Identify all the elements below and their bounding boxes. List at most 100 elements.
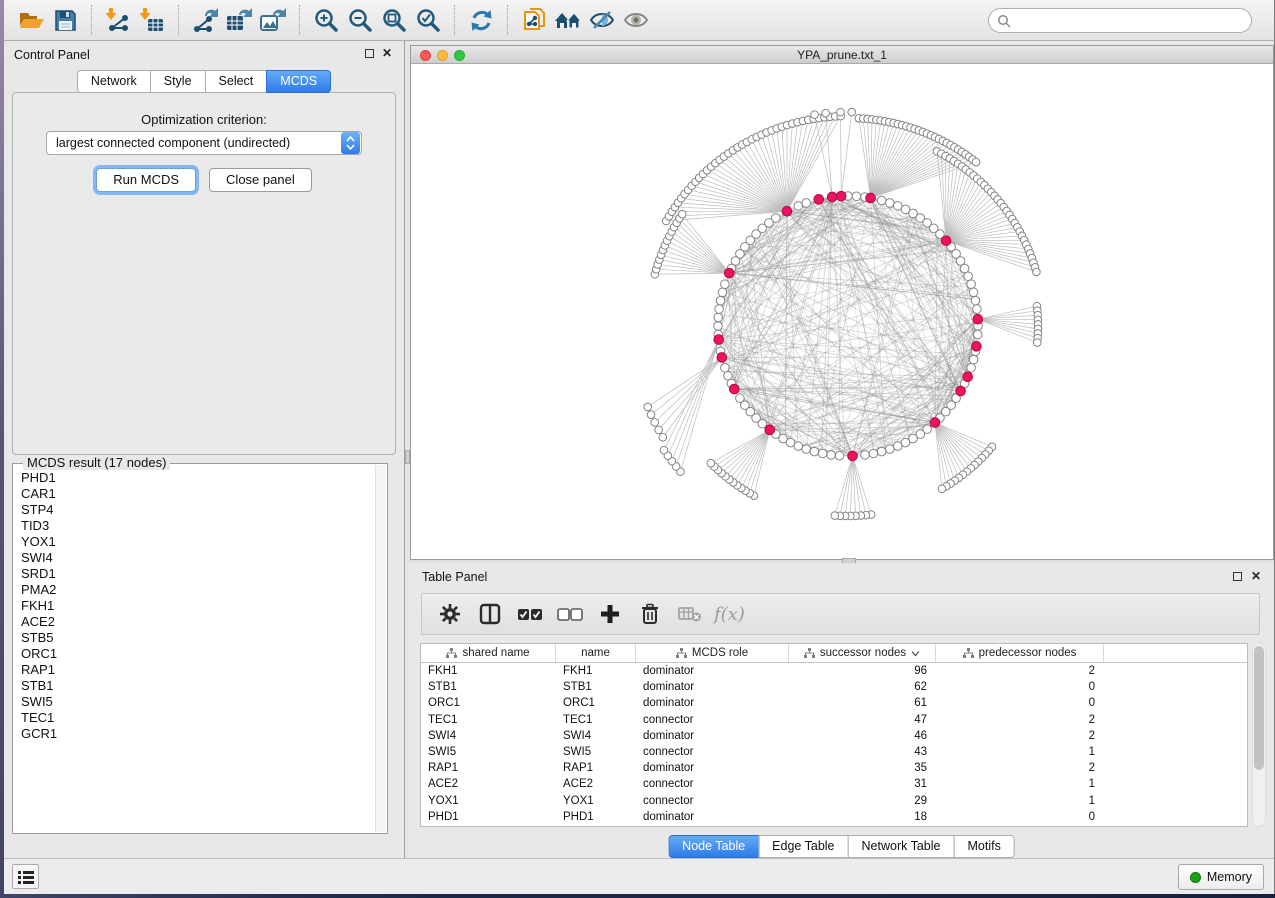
zoom-out-button[interactable] (343, 3, 377, 37)
memory-button[interactable]: Memory (1178, 864, 1264, 890)
export-network-button[interactable] (188, 3, 222, 37)
network-node[interactable] (972, 158, 980, 166)
hide-selected-button[interactable] (585, 3, 619, 37)
mcds-result-item[interactable]: YOX1 (21, 534, 374, 550)
delete-column-button[interactable] (632, 597, 668, 631)
zoom-fit-button[interactable] (377, 3, 411, 37)
network-node[interactable] (835, 451, 844, 460)
tab-network[interactable]: Network (77, 70, 151, 93)
network-node[interactable] (802, 445, 811, 454)
network-hub-node[interactable] (717, 353, 727, 363)
mcds-result-item[interactable]: SRD1 (21, 566, 374, 582)
network-node[interactable] (718, 288, 727, 297)
mcds-result-item[interactable]: GCR1 (21, 726, 374, 742)
network-node[interactable] (659, 433, 667, 441)
network-node[interactable] (877, 447, 886, 456)
mcds-result-item[interactable]: FKH1 (21, 598, 374, 614)
network-node[interactable] (651, 419, 659, 427)
float-window-icon[interactable] (1233, 572, 1242, 581)
network-hub-node[interactable] (866, 193, 876, 203)
network-node[interactable] (967, 280, 976, 289)
zoom-selected-button[interactable] (411, 3, 445, 37)
mcds-result-item[interactable]: STP4 (21, 502, 374, 518)
network-hub-node[interactable] (963, 372, 973, 382)
network-hub-node[interactable] (782, 206, 792, 216)
column-settings-button[interactable] (432, 597, 468, 631)
network-hub-node[interactable] (941, 236, 951, 246)
network-node[interactable] (973, 330, 982, 339)
select-all-button[interactable] (512, 597, 548, 631)
table-row[interactable]: PHD1PHD1dominator180 (421, 809, 1247, 825)
column-header-name[interactable]: name (556, 644, 636, 662)
search-input[interactable] (1016, 14, 1243, 28)
export-image-button[interactable] (256, 3, 290, 37)
import-network-button[interactable] (101, 3, 135, 37)
refresh-layout-button[interactable] (464, 3, 498, 37)
table-row[interactable]: FKH1FKH1dominator962 (421, 663, 1247, 679)
network-node[interactable] (964, 272, 973, 281)
mcds-result-item[interactable]: CAR1 (21, 486, 374, 502)
table-tab-node-table[interactable]: Node Table (668, 835, 759, 858)
network-hub-node[interactable] (836, 191, 846, 201)
table-tab-network-table[interactable]: Network Table (848, 835, 955, 858)
tab-select[interactable]: Select (205, 70, 268, 93)
open-file-button[interactable] (14, 3, 48, 37)
column-header-shared-name[interactable]: shared name (421, 644, 556, 662)
network-node[interactable] (827, 451, 836, 460)
network-node[interactable] (969, 288, 978, 297)
network-node[interactable] (837, 108, 845, 116)
table-tab-motifs[interactable]: Motifs (953, 835, 1014, 858)
network-hub-node[interactable] (729, 384, 739, 394)
table-scrollbar-thumb[interactable] (1254, 646, 1264, 770)
float-window-icon[interactable] (365, 49, 374, 58)
mcds-result-item[interactable]: STB1 (21, 678, 374, 694)
show-hidden-eye-button[interactable] (619, 3, 653, 37)
network-node[interactable] (802, 199, 811, 208)
criterion-dropdown[interactable]: largest connected component (undirected) (46, 131, 362, 155)
network-node[interactable] (810, 447, 819, 456)
show-all-houses-button[interactable] (551, 3, 585, 37)
network-node[interactable] (647, 411, 655, 419)
table-row[interactable]: YOX1YOX1connector291 (421, 793, 1247, 809)
mcds-result-item[interactable]: ORC1 (21, 646, 374, 662)
run-mcds-button[interactable]: Run MCDS (96, 168, 196, 192)
tab-mcds[interactable]: MCDS (266, 70, 331, 93)
network-node[interactable] (655, 426, 663, 434)
network-node[interactable] (794, 202, 803, 211)
network-node[interactable] (714, 322, 723, 331)
network-node[interactable] (660, 446, 668, 454)
mcds-result-item[interactable]: SWI5 (21, 694, 374, 710)
mcds-result-item[interactable]: PHD1 (21, 470, 374, 486)
mcds-result-item[interactable]: ACE2 (21, 614, 374, 630)
automation-panel-button[interactable] (12, 864, 39, 889)
clone-network-button[interactable] (517, 3, 551, 37)
mcds-list-scrollbar[interactable] (375, 465, 386, 832)
network-node[interactable] (678, 210, 686, 218)
network-node[interactable] (818, 449, 827, 458)
export-table-button[interactable] (222, 3, 256, 37)
network-window-titlebar[interactable]: YPA_prune.txt_1 (411, 46, 1273, 64)
network-node[interactable] (724, 371, 733, 380)
network-node[interactable] (969, 355, 978, 364)
zoom-in-button[interactable] (309, 3, 343, 37)
network-node[interactable] (771, 214, 780, 223)
network-node[interactable] (736, 394, 745, 403)
network-node[interactable] (885, 445, 894, 454)
network-node[interactable] (973, 305, 982, 314)
close-panel-icon[interactable]: ✕ (382, 46, 392, 60)
network-hub-node[interactable] (930, 418, 940, 428)
network-node[interactable] (848, 108, 856, 116)
network-node[interactable] (721, 280, 730, 289)
network-node[interactable] (938, 485, 946, 493)
close-panel-button[interactable]: Close panel (209, 168, 312, 192)
table-row[interactable]: SWI5SWI5connector431 (421, 744, 1247, 760)
search-box[interactable] (988, 8, 1252, 33)
network-hub-node[interactable] (765, 425, 775, 435)
network-node[interactable] (861, 451, 870, 460)
network-node[interactable] (869, 449, 878, 458)
table-scrollbar[interactable] (1252, 643, 1266, 827)
close-panel-icon[interactable]: ✕ (1251, 569, 1261, 583)
deselect-all-button[interactable] (552, 597, 588, 631)
network-node[interactable] (716, 296, 725, 305)
network-hub-node[interactable] (714, 335, 724, 345)
